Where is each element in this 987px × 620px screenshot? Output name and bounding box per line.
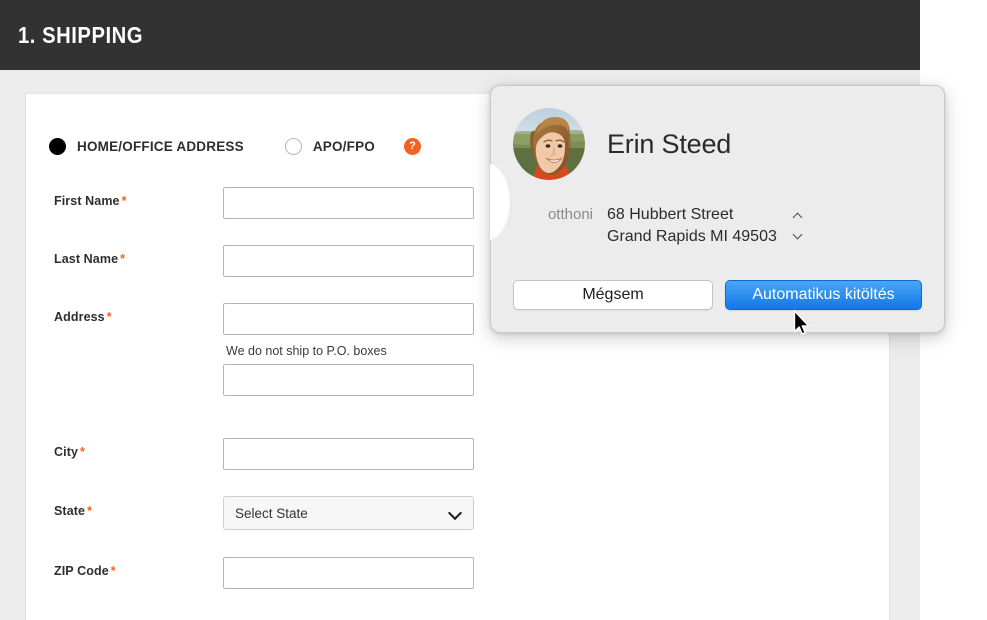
autofill-confirm-button[interactable]: Automatikus kitöltés — [725, 280, 922, 310]
radio-option-apo-fpo[interactable]: APO/FPO — [284, 138, 375, 155]
popup-address-row: otthoni 68 Hubbert Street Grand Rapids M… — [513, 204, 806, 248]
last-name-label-text: Last Name — [54, 252, 119, 266]
address-type-radio-group: HOME/OFFICE ADDRESS APO/FPO ? — [49, 138, 421, 155]
first-name-label: First Name * — [54, 194, 127, 208]
address-line-1: 68 Hubbert Street — [607, 206, 734, 223]
stepper-up-arrow-icon[interactable] — [794, 213, 803, 222]
radio-option-home-office[interactable]: HOME/OFFICE ADDRESS — [49, 138, 244, 155]
first-name-input[interactable] — [223, 187, 474, 219]
required-marker: * — [120, 252, 126, 266]
state-select[interactable]: Select State — [223, 496, 474, 530]
address-label-text: Address — [54, 310, 105, 324]
zip-code-label-text: ZIP Code — [54, 564, 109, 578]
contact-name: Erin Steed — [607, 128, 732, 159]
address-line2-input[interactable] — [223, 364, 474, 396]
popup-identity-row: Erin Steed — [513, 108, 731, 180]
state-select-value: Select State — [235, 505, 308, 521]
up-down-stepper-icon[interactable] — [793, 213, 806, 239]
last-name-label: Last Name * — [54, 252, 125, 266]
app-root: 1. SHIPPING HOME/OFFICE ADDRESS APO/FPO … — [0, 0, 987, 620]
cancel-button[interactable]: Mégsem — [513, 280, 713, 310]
city-input[interactable] — [223, 438, 474, 470]
city-label: City * — [54, 445, 85, 459]
question-mark-icon[interactable]: ? — [403, 138, 421, 155]
zip-code-label: ZIP Code * — [54, 564, 116, 578]
address-line-2: Grand Rapids MI 49503 — [607, 228, 777, 245]
radio-apo-fpo-label: APO/FPO — [312, 139, 375, 154]
first-name-label-text: First Name — [54, 194, 120, 208]
required-marker: * — [87, 504, 93, 518]
radio-apo-fpo-icon[interactable] — [284, 138, 302, 155]
required-marker: * — [121, 194, 127, 208]
page-title: 1. SHIPPING — [18, 21, 144, 48]
radio-home-office-label: HOME/OFFICE ADDRESS — [77, 139, 244, 154]
popup-action-buttons: Mégsem Automatikus kitöltés — [513, 280, 922, 310]
state-label-text: State — [54, 504, 86, 518]
radio-home-office-icon[interactable] — [49, 138, 66, 155]
section-header: 1. SHIPPING — [0, 0, 920, 70]
required-marker: * — [80, 445, 85, 459]
required-marker: * — [110, 564, 116, 578]
stepper-down-arrow-icon[interactable] — [794, 230, 803, 239]
address-lines: 68 Hubbert Street Grand Rapids MI 49503 — [607, 204, 777, 248]
chevron-down-icon — [449, 507, 461, 519]
required-marker: * — [106, 310, 112, 324]
state-label: State * — [54, 504, 92, 518]
address-line1-input[interactable] — [223, 303, 474, 335]
address-label: Address * — [54, 310, 112, 324]
city-label-text: City — [54, 445, 79, 459]
address-hint: We do not ship to P.O. boxes — [226, 344, 387, 358]
popup-pointer-notch — [490, 164, 514, 240]
zip-code-input[interactable] — [223, 557, 474, 589]
autofill-popup: Erin Steed otthoni 68 Hubbert Street Gra… — [490, 85, 945, 333]
last-name-input[interactable] — [223, 245, 474, 277]
address-tag-label: otthoni — [547, 206, 593, 223]
contact-photo-avatar — [513, 108, 585, 180]
